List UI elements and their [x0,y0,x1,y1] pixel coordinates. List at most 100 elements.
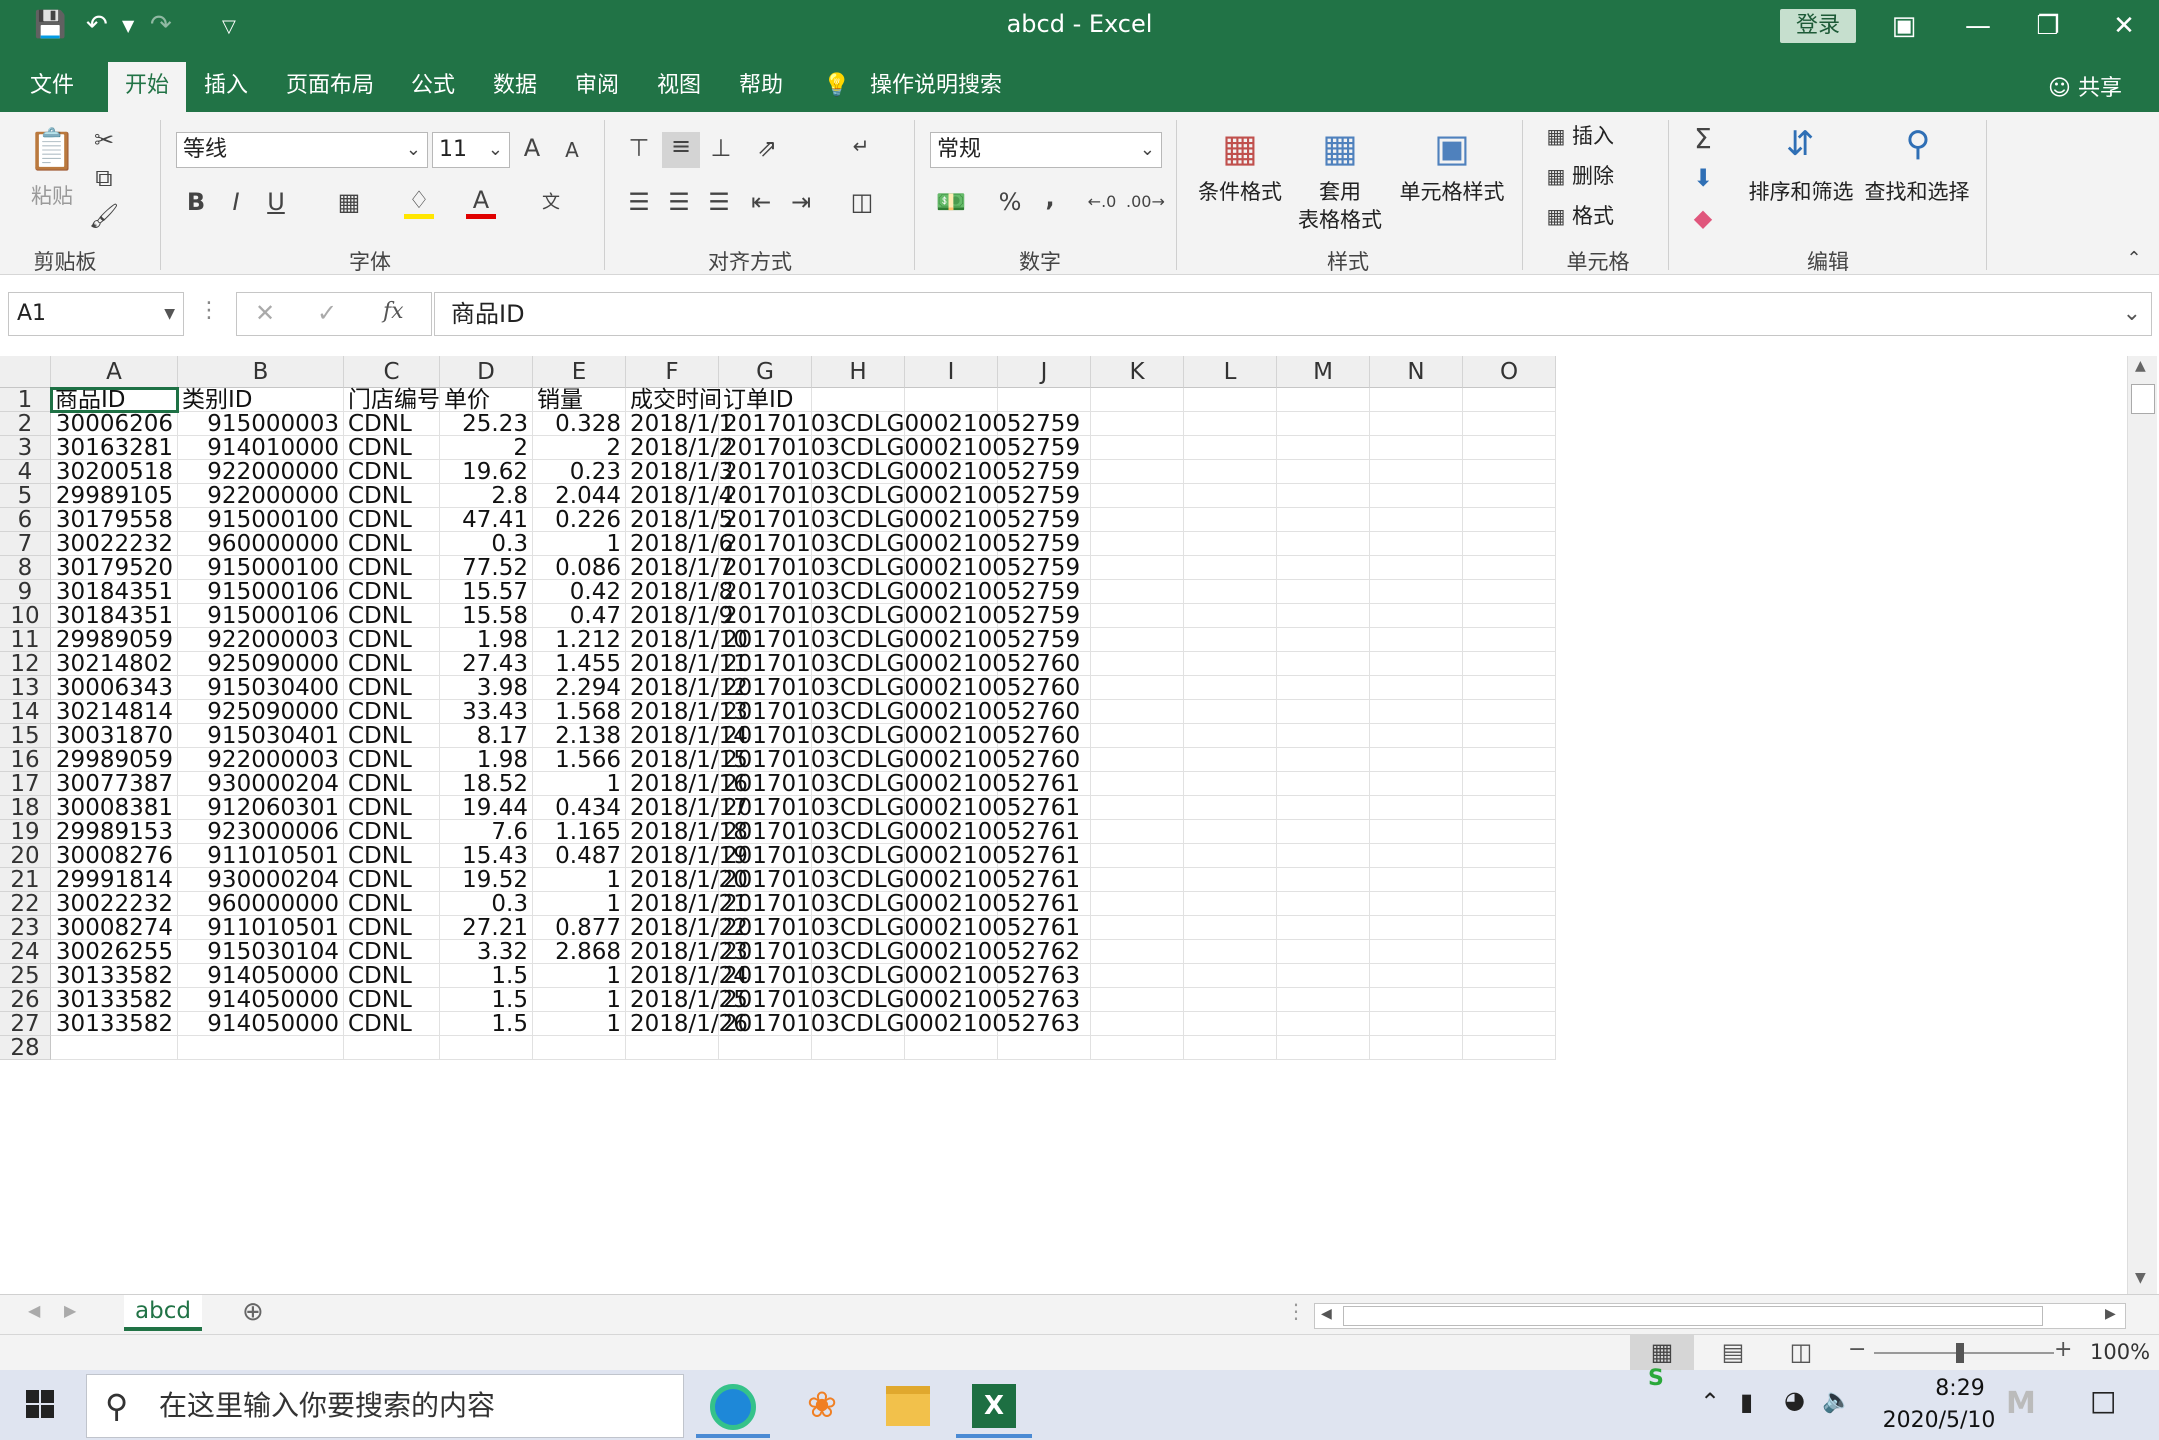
cell[interactable]: 2018/1/12 [626,676,748,700]
cell[interactable] [1091,556,1184,580]
cell[interactable]: 20170103CDLG000210052761 [719,892,1080,916]
cell[interactable]: CDNL [344,508,440,532]
cell[interactable]: 1.566 [533,748,626,772]
cell[interactable] [1277,964,1370,988]
cell[interactable]: CDNL [344,484,440,508]
cell[interactable]: 930000204 [178,868,344,892]
cell[interactable] [1463,844,1556,868]
column-header[interactable]: M [1277,356,1370,388]
cell[interactable]: 2018/1/26 [626,1012,748,1036]
cell[interactable]: 915030104 [178,940,344,964]
cell[interactable]: 0.3 [440,892,533,916]
cell[interactable] [1091,796,1184,820]
cell[interactable] [1184,628,1277,652]
cell[interactable] [440,1036,533,1060]
chevron-down-icon[interactable]: ⌄ [406,133,421,167]
cell[interactable] [812,388,905,412]
cell[interactable] [905,1036,998,1060]
header-cell[interactable]: 商品ID [51,388,178,412]
cell[interactable] [1184,796,1277,820]
tab-help[interactable]: 帮助 [726,62,796,112]
cell[interactable] [1277,484,1370,508]
minimize-icon[interactable]: — [1948,6,2008,46]
cell[interactable]: 2018/1/5 [626,508,733,532]
cell[interactable] [1091,652,1184,676]
cell[interactable] [1463,1036,1556,1060]
cell[interactable] [1277,892,1370,916]
cell[interactable] [1091,748,1184,772]
taskbar-search-input[interactable]: ⚲ 在这里输入你要搜索的内容 [86,1374,684,1438]
align-center-icon[interactable]: ☰ [664,188,694,216]
windows-start-icon[interactable] [26,1390,54,1418]
row-header[interactable]: 7 [0,532,51,556]
cell[interactable]: 1.98 [440,628,533,652]
cell[interactable]: 2018/1/4 [626,484,733,508]
cell[interactable] [1184,892,1277,916]
cell[interactable]: 20170103CDLG000210052759 [719,484,1080,508]
cell[interactable]: 925090000 [178,700,344,724]
cell[interactable] [1277,628,1370,652]
zoom-out-icon[interactable]: − [1848,1337,1866,1362]
delete-cells-button[interactable]: 删除 [1572,162,1632,190]
cell[interactable] [1463,556,1556,580]
cell[interactable]: 1.212 [533,628,626,652]
cell[interactable] [1370,1012,1463,1036]
percent-button[interactable]: % [996,188,1024,216]
cell[interactable] [1463,580,1556,604]
zoom-in-icon[interactable]: + [2054,1337,2072,1362]
cell[interactable] [1091,628,1184,652]
cell[interactable]: CDNL [344,844,440,868]
cell[interactable] [1277,460,1370,484]
underline-button[interactable]: U [262,188,290,216]
cell[interactable]: 915000106 [178,580,344,604]
column-header[interactable]: D [440,356,533,388]
cell[interactable]: 2018/1/20 [626,868,748,892]
cell[interactable] [626,1036,719,1060]
cell[interactable] [1463,460,1556,484]
cell[interactable]: 47.41 [440,508,533,532]
tab-view[interactable]: 视图 [644,62,714,112]
cell[interactable]: 30133582 [51,1012,178,1036]
cell[interactable]: 2018/1/8 [626,580,733,604]
find-select-icon[interactable]: ⚲ [1894,124,1942,164]
cell[interactable]: 2.8 [440,484,533,508]
cell[interactable]: 0.877 [533,916,626,940]
cell[interactable] [1184,940,1277,964]
cell[interactable] [1463,892,1556,916]
align-middle-icon[interactable]: ≡ [662,132,700,168]
cell[interactable]: 915000100 [178,508,344,532]
row-header[interactable]: 2 [0,412,51,436]
cell[interactable]: 20170103CDLG000210052762 [719,940,1080,964]
cell[interactable] [1277,412,1370,436]
cell[interactable]: CDNL [344,460,440,484]
cell[interactable]: 0.226 [533,508,626,532]
cell[interactable] [1091,460,1184,484]
cell[interactable]: 1.5 [440,1012,533,1036]
cell[interactable] [1091,580,1184,604]
cell[interactable]: 1 [533,772,626,796]
cell[interactable] [1370,796,1463,820]
column-header[interactable]: B [178,356,344,388]
cell[interactable]: 29989059 [51,628,178,652]
cell[interactable] [1277,988,1370,1012]
cell[interactable]: 0.3 [440,532,533,556]
column-header[interactable]: I [905,356,998,388]
tab-formulas[interactable]: 公式 [398,62,468,112]
cell[interactable]: 915030400 [178,676,344,700]
cell[interactable] [1463,988,1556,1012]
cell[interactable] [1184,604,1277,628]
vertical-scrollbar[interactable]: ▲ ▼ [2127,356,2157,1294]
column-header[interactable]: C [344,356,440,388]
cell[interactable]: 1.5 [440,988,533,1012]
cell[interactable]: 2018/1/11 [626,652,748,676]
cell[interactable]: 20170103CDLG000210052761 [719,820,1080,844]
cell[interactable]: 30179520 [51,556,178,580]
cell[interactable] [1463,388,1556,412]
zoom-level[interactable]: 100% [2090,1340,2150,1364]
cell[interactable]: 1 [533,868,626,892]
insert-function-button[interactable]: fx [383,299,404,324]
tab-page-layout[interactable]: 页面布局 [278,62,382,112]
cell[interactable] [1277,676,1370,700]
cell[interactable]: 30179558 [51,508,178,532]
restore-icon[interactable]: ❐ [2018,6,2078,46]
